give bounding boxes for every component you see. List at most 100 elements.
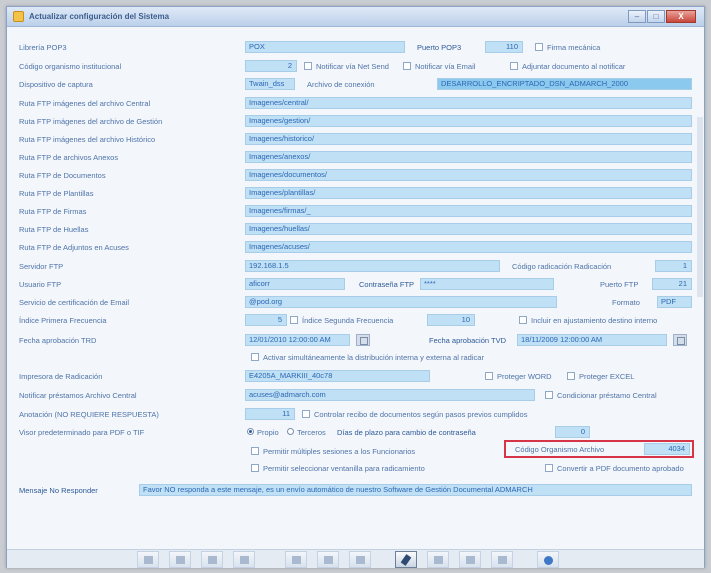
path-field[interactable]: Imagenes/gestion/	[245, 115, 692, 127]
indice-primera-field[interactable]: 5	[245, 314, 287, 326]
path-field[interactable]: Imagenes/firmas/_	[245, 205, 692, 217]
proteger-excel-label: Proteger EXCEL	[579, 372, 635, 381]
notificar-net-send-label: Notificar vía Net Send	[316, 62, 389, 71]
path-field[interactable]: Imagenes/historico/	[245, 133, 692, 145]
refresh-icon[interactable]	[459, 551, 481, 568]
window-title: Actualizar configuración del Sistema	[29, 12, 170, 21]
notificar-email-checkbox[interactable]	[403, 62, 411, 70]
minimize-button[interactable]: –	[628, 10, 646, 23]
scrollbar[interactable]	[697, 117, 703, 297]
libreria-pop3-field[interactable]: POX	[245, 41, 405, 53]
radio-propio[interactable]	[247, 428, 254, 435]
next-record-icon[interactable]	[201, 551, 223, 568]
proteger-word-label: Proteger WORD	[497, 372, 552, 381]
path-label: Ruta FTP de Documentos	[19, 171, 106, 180]
permitir-ventanilla-label: Permitir seleccionar ventanilla para rad…	[263, 464, 425, 473]
bottom-toolbar	[7, 549, 704, 568]
edit-icon[interactable]	[395, 551, 417, 568]
controlar-recibo-checkbox[interactable]	[302, 410, 310, 418]
servicio-certificacion-label: Servicio de certificación de Email	[19, 298, 130, 307]
visor-pdf-label: Visor predeterminado para PDF o TIF	[19, 428, 145, 437]
permitir-sesiones-checkbox[interactable]	[251, 447, 259, 455]
puerto-pop3-label: Puerto POP3	[417, 43, 462, 52]
radio-terceros[interactable]	[287, 428, 294, 435]
firma-mecanica-checkbox[interactable]	[535, 43, 543, 51]
path-field[interactable]: Imagenes/documentos/	[245, 169, 692, 181]
first-record-icon[interactable]	[137, 551, 159, 568]
activar-distribucion-label: Activar simultáneamente la distribución …	[263, 353, 484, 362]
path-label: Ruta FTP de Firmas	[19, 207, 87, 216]
archivo-conexion-label: Archivo de conexión	[307, 80, 375, 89]
fecha-tvd-label: Fecha aprobación TVD	[429, 336, 506, 345]
convertir-pdf-label: Convertir a PDF documento aprobado	[557, 464, 684, 473]
new-record-icon[interactable]	[285, 551, 307, 568]
path-label: Ruta FTP imágenes del archivo Central	[19, 99, 151, 108]
indice-segunda-label: Índice Segunda Frecuencia	[302, 316, 394, 325]
convertir-pdf-checkbox[interactable]	[545, 464, 553, 472]
path-field[interactable]: Imagenes/central/	[245, 97, 692, 109]
puerto-ftp-field[interactable]: 21	[652, 278, 692, 290]
path-field[interactable]: Imagenes/huellas/	[245, 223, 692, 235]
contrasena-ftp-field[interactable]: ****	[420, 278, 554, 290]
servidor-ftp-label: Servidor FTP	[19, 262, 64, 271]
condicionar-prestamo-checkbox[interactable]	[545, 391, 553, 399]
cancel-edit-icon[interactable]	[427, 551, 449, 568]
path-field[interactable]: Imagenes/plantillas/	[245, 187, 692, 199]
path-field[interactable]: Imagenes/anexos/	[245, 151, 692, 163]
maximize-button[interactable]: □	[647, 10, 665, 23]
indice-primera-label: Índice Primera Frecuencia	[19, 316, 107, 325]
codigo-organismo-archivo-field[interactable]: 4034	[644, 443, 690, 455]
servicio-certificacion-field[interactable]: @pod.org	[245, 296, 557, 308]
close-button[interactable]: X	[666, 10, 696, 23]
fecha-trd-field[interactable]: 12/01/2010 12:00:00 AM	[245, 334, 350, 346]
last-record-icon[interactable]	[233, 551, 255, 568]
notificar-net-send-checkbox[interactable]	[304, 62, 312, 70]
print-icon[interactable]	[491, 551, 513, 568]
radio-propio-label: Propio	[257, 428, 279, 437]
anotacion-label: Anotación (NO REQUIERE RESPUESTA)	[19, 410, 159, 419]
archivo-conexion-field[interactable]: DESARROLLO_ENCRIPTADO_DSN_ADMARCH_2000	[437, 78, 692, 90]
codigo-organismo-archivo-label: Código Organismo Archivo	[515, 445, 605, 454]
codigo-radicacion-label: Código radicación Radicación	[512, 262, 612, 271]
codigo-organismo-field[interactable]: 2	[245, 60, 297, 72]
permitir-ventanilla-checkbox[interactable]	[251, 464, 259, 472]
settings-window: Actualizar configuración del Sistema – □…	[6, 6, 705, 568]
anotacion-field[interactable]: 11	[245, 408, 295, 420]
indice-segunda-field[interactable]: 10	[427, 314, 475, 326]
notificar-prestamos-label: Notificar préstamos Archivo Central	[19, 391, 137, 400]
activar-distribucion-checkbox[interactable]	[251, 353, 259, 361]
fecha-tvd-field[interactable]: 18/11/2009 12:00:00 AM	[517, 334, 667, 346]
indice-segunda-checkbox[interactable]	[290, 316, 298, 324]
path-label: Ruta FTP de Adjuntos en Acuses	[19, 243, 129, 252]
usuario-ftp-field[interactable]: aficorr	[245, 278, 345, 290]
save-record-icon[interactable]	[349, 551, 371, 568]
firma-mecanica-label: Firma mecánica	[547, 43, 601, 52]
adjuntar-documento-checkbox[interactable]	[510, 62, 518, 70]
mensaje-no-responder-field[interactable]: Favor NO responda a este mensaje, es un …	[139, 484, 692, 496]
notificar-prestamos-field[interactable]: acuses@admarch.com	[245, 389, 535, 401]
title-bar[interactable]: Actualizar configuración del Sistema – □…	[7, 7, 704, 27]
help-icon[interactable]	[537, 551, 559, 568]
path-field[interactable]: Imagenes/acuses/	[245, 241, 692, 253]
servidor-ftp-field[interactable]: 192.168.1.5	[245, 260, 500, 272]
codigo-radicacion-field[interactable]: 1	[655, 260, 692, 272]
codigo-organismo-label: Código organismo institucional	[19, 62, 122, 71]
impresora-field[interactable]: E4205A_MARKIII_40c78	[245, 370, 430, 382]
adjuntar-documento-label: Adjuntar documento al notificar	[522, 62, 626, 71]
proteger-word-checkbox[interactable]	[485, 372, 493, 380]
calendar-trd-button[interactable]	[356, 334, 370, 346]
formato-label: Formato	[612, 298, 640, 307]
path-label: Ruta FTP imágenes del archivo de Gestión	[19, 117, 163, 126]
app-icon	[13, 11, 24, 22]
formato-field[interactable]: PDF	[657, 296, 692, 308]
delete-record-icon[interactable]	[317, 551, 339, 568]
previous-record-icon[interactable]	[169, 551, 191, 568]
notificar-email-label: Notificar vía Email	[415, 62, 476, 71]
calendar-tvd-button[interactable]	[673, 334, 687, 346]
proteger-excel-checkbox[interactable]	[567, 372, 575, 380]
incluir-ajustamiento-checkbox[interactable]	[519, 316, 527, 324]
usuario-ftp-label: Usuario FTP	[19, 280, 62, 289]
dias-plazo-field[interactable]: 0	[555, 426, 590, 438]
puerto-pop3-field[interactable]: 110	[485, 41, 523, 53]
dispositivo-captura-field[interactable]: Twain_dss	[245, 78, 295, 90]
